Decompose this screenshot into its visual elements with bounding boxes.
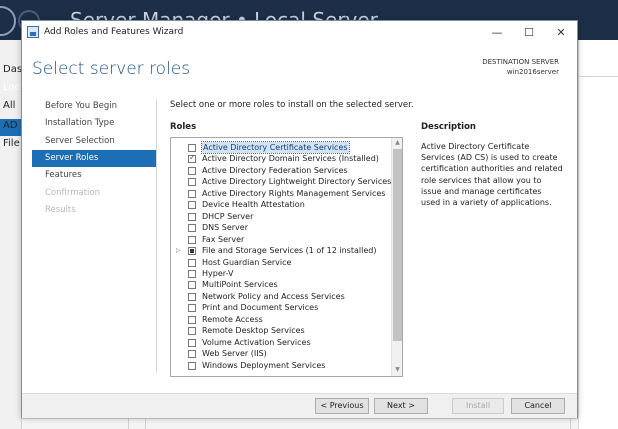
nav-step-installation-type[interactable]: Installation Type [32, 115, 156, 132]
role-checkbox[interactable] [188, 189, 196, 198]
role-label[interactable]: Hyper-V [202, 268, 233, 279]
back-arrow-icon[interactable] [0, 6, 16, 36]
role-checkbox[interactable] [188, 247, 196, 256]
wizard-header: Select server roles DESTINATION SERVER w… [22, 45, 577, 95]
role-label[interactable]: Device Health Attestation [202, 199, 305, 210]
sidebar-item-all-servers[interactable]: All [3, 100, 15, 111]
sidebar-item-ad[interactable]: AD [3, 120, 18, 131]
next-button[interactable]: Next > [374, 398, 428, 414]
role-label[interactable]: Active Directory Federation Services [202, 165, 348, 176]
expand-arrow-icon[interactable]: ▷ [176, 247, 181, 254]
role-label[interactable]: Active Directory Rights Management Servi… [202, 188, 385, 199]
role-label[interactable]: MultiPoint Services [202, 279, 278, 290]
nav-step-confirmation: Confirmation [45, 187, 100, 198]
nav-step-features[interactable]: Features [32, 167, 156, 184]
server-manager-right-panel [578, 40, 618, 429]
role-checkbox[interactable] [188, 166, 196, 175]
nav-step-server-selection[interactable]: Server Selection [32, 133, 156, 150]
description-heading: Description [421, 122, 476, 132]
role-checkbox[interactable] [188, 153, 196, 164]
wizard-footer: < Previous Next > Install Cancel [22, 393, 577, 418]
roles-list[interactable]: Active Directory Certificate ServicesAct… [170, 137, 403, 377]
bottom-separator [145, 418, 146, 429]
instruction-text: Select one or more roles to install on t… [170, 100, 414, 110]
role-checkbox[interactable] [188, 144, 196, 152]
role-checkbox[interactable] [188, 327, 196, 336]
description-text: Active Directory Certificate Services (A… [421, 142, 563, 208]
role-label[interactable]: Windows Deployment Services [202, 360, 325, 371]
role-label[interactable]: DHCP Server [202, 211, 253, 222]
role-label[interactable]: DNS Server [202, 222, 248, 233]
roles-heading: Roles [170, 122, 197, 132]
role-label[interactable]: File and Storage Services (1 of 12 insta… [202, 245, 376, 256]
role-label[interactable]: Fax Server [202, 234, 244, 245]
role-checkbox[interactable] [188, 235, 196, 244]
nav-separator [156, 99, 157, 373]
role-checkbox[interactable] [188, 224, 196, 233]
minimize-button[interactable]: — [482, 23, 512, 43]
role-label[interactable]: Active Directory Domain Services (Instal… [202, 153, 379, 164]
role-label[interactable]: Web Server (IIS) [202, 348, 267, 359]
role-label[interactable]: Active Directory Lightweight Directory S… [202, 176, 391, 187]
role-label[interactable]: Network Policy and Access Services [202, 291, 345, 302]
role-label[interactable]: Active Directory Certificate Services [201, 141, 350, 154]
nav-step-results: Results [45, 204, 76, 215]
role-checkbox[interactable] [188, 315, 196, 324]
bottom-separator [570, 418, 571, 429]
role-label[interactable]: Remote Access [202, 314, 263, 325]
role-checkbox[interactable] [188, 350, 196, 359]
role-label[interactable]: Print and Document Services [202, 302, 318, 313]
wizard-steps-nav: Before You Begin Installation Type Server … [32, 98, 156, 218]
maximize-button[interactable]: ☐ [514, 23, 544, 43]
install-button[interactable]: Install [452, 398, 504, 414]
dialog-titlebar: Add Roles and Features Wizard — ☐ ✕ [22, 21, 577, 45]
role-checkbox[interactable] [188, 212, 196, 221]
nav-step-before-you-begin[interactable]: Before You Begin [32, 98, 156, 115]
nav-step-server-roles[interactable]: Server Roles [32, 149, 156, 167]
close-button[interactable]: ✕ [546, 23, 576, 43]
role-item[interactable]: Windows Deployment Services [171, 361, 391, 372]
role-checkbox[interactable] [188, 201, 196, 210]
sidebar-item-dashboard[interactable]: Das [3, 64, 22, 75]
role-checkbox[interactable] [188, 304, 196, 313]
role-checkbox[interactable] [188, 292, 196, 301]
scroll-up-icon[interactable]: ▲ [393, 138, 402, 148]
page-title: Select server roles [32, 59, 191, 79]
add-roles-wizard-dialog: Add Roles and Features Wizard — ☐ ✕ Sele… [21, 20, 578, 418]
roles-scrollbar[interactable]: ▲ ▼ [391, 138, 402, 376]
dialog-title: Add Roles and Features Wizard [44, 27, 184, 37]
cancel-button[interactable]: Cancel [511, 398, 565, 414]
wizard-app-icon [27, 26, 39, 38]
role-label[interactable]: Host Guardian Service [202, 257, 291, 268]
destination-server-name: win2016server [506, 68, 559, 76]
sidebar-item-file[interactable]: File [3, 138, 20, 149]
role-checkbox[interactable] [188, 281, 196, 290]
role-checkbox[interactable] [188, 178, 196, 187]
role-checkbox[interactable] [188, 258, 196, 267]
role-checkbox[interactable] [188, 269, 196, 278]
right-panel-divider [578, 76, 618, 77]
bottom-separator [128, 418, 129, 429]
server-manager-sidebar: Das Loc All AD File [0, 40, 22, 429]
role-label[interactable]: Remote Desktop Services [202, 325, 305, 336]
scroll-thumb[interactable] [393, 149, 402, 341]
sidebar-item-local-server[interactable]: Loc [3, 82, 20, 93]
role-checkbox[interactable] [188, 338, 196, 347]
role-checkbox[interactable] [188, 361, 196, 370]
scroll-down-icon[interactable]: ▼ [393, 365, 402, 375]
previous-button[interactable]: < Previous [315, 398, 369, 414]
destination-server-label: DESTINATION SERVER [482, 58, 559, 66]
role-label[interactable]: Volume Activation Services [202, 337, 311, 348]
server-manager-bottom-strip [22, 418, 578, 429]
